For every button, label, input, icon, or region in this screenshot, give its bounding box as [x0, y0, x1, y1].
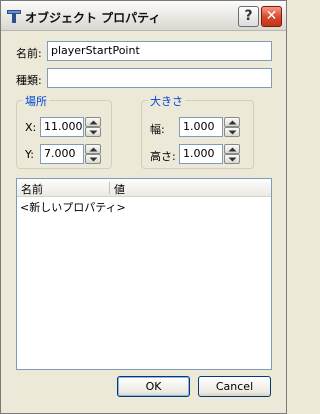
type-label: 種類:: [16, 74, 42, 87]
properties-list[interactable]: 名前 値 <新しいプロパティ>: [16, 178, 272, 370]
x-label: X:: [25, 121, 37, 134]
help-button[interactable]: ?: [238, 6, 259, 27]
column-header-name[interactable]: 名前: [21, 181, 43, 197]
title-bar[interactable]: オブジェクト プロパティ ? ✕: [1, 1, 286, 31]
column-header-value[interactable]: 値: [114, 181, 125, 197]
y-spin-down[interactable]: [85, 154, 101, 164]
x-spin-down[interactable]: [85, 127, 101, 137]
y-spin-up[interactable]: [85, 144, 101, 154]
y-input[interactable]: 7.000: [40, 144, 84, 164]
arrow-down-icon: [228, 130, 237, 135]
x-input[interactable]: 11.000: [40, 117, 84, 137]
arrow-up-icon: [228, 147, 237, 152]
height-input[interactable]: 1.000: [179, 144, 223, 164]
name-label: 名前:: [16, 47, 42, 60]
y-spin[interactable]: [85, 144, 101, 164]
x-spin-up[interactable]: [85, 117, 101, 127]
ok-button[interactable]: OK: [117, 376, 190, 397]
properties-header: 名前 値: [17, 179, 271, 197]
width-spin-down[interactable]: [224, 127, 240, 137]
cancel-button[interactable]: Cancel: [198, 376, 271, 397]
size-group-title: 大きさ: [148, 93, 185, 109]
width-spin[interactable]: [224, 117, 240, 137]
column-divider[interactable]: [109, 182, 110, 194]
app-icon: [6, 8, 22, 24]
arrow-up-icon: [228, 120, 237, 125]
arrow-up-icon: [89, 120, 98, 125]
arrow-up-icon: [89, 147, 98, 152]
name-field[interactable]: playerStartPoint: [47, 41, 272, 61]
width-input[interactable]: 1.000: [179, 117, 223, 137]
close-button[interactable]: ✕: [261, 6, 282, 27]
window-title: オブジェクト プロパティ: [25, 11, 161, 25]
height-spin-down[interactable]: [224, 154, 240, 164]
height-label: 高さ:: [150, 150, 176, 163]
object-properties-dialog: オブジェクト プロパティ ? ✕ 名前: playerStartPoint 種類…: [0, 0, 287, 414]
width-spin-up[interactable]: [224, 117, 240, 127]
arrow-down-icon: [228, 157, 237, 162]
height-spin[interactable]: [224, 144, 240, 164]
type-field[interactable]: [47, 68, 272, 88]
location-group-title: 場所: [23, 93, 49, 109]
arrow-down-icon: [89, 157, 98, 162]
new-property-row[interactable]: <新しいプロパティ>: [20, 199, 126, 215]
height-spin-up[interactable]: [224, 144, 240, 154]
y-label: Y:: [25, 148, 34, 161]
width-label: 幅:: [150, 123, 165, 136]
x-spin[interactable]: [85, 117, 101, 137]
arrow-down-icon: [89, 130, 98, 135]
